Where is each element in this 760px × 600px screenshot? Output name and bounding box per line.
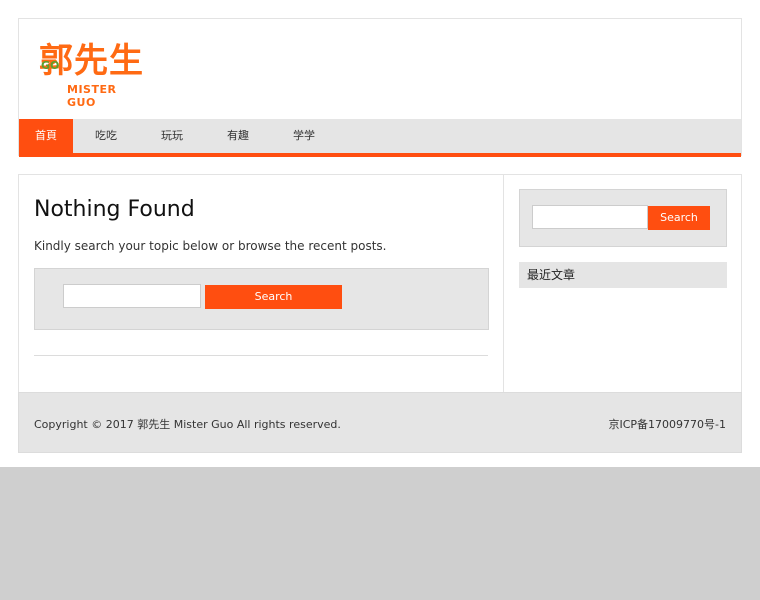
- divider: [34, 355, 488, 356]
- nav-item-eat[interactable]: 吃吃: [73, 119, 139, 153]
- logo-badge: GO: [41, 59, 60, 72]
- main-column: Nothing Found Kindly search your topic b…: [19, 175, 504, 393]
- sidebar-search-input[interactable]: [532, 205, 648, 229]
- nav-item-fun[interactable]: 有趣: [205, 119, 271, 153]
- recent-posts-heading: 最近文章: [519, 262, 727, 288]
- site-logo[interactable]: 郭先生 GO MISTER GUO: [39, 41, 149, 109]
- site-header: 郭先生 GO MISTER GUO 首頁 吃吃 玩玩 有趣 学学: [18, 18, 742, 157]
- search-form: Search: [34, 268, 489, 330]
- search-button[interactable]: Search: [205, 285, 342, 309]
- copyright-text: Copyright © 2017 郭先生 Mister Guo All righ…: [34, 418, 341, 431]
- sidebar: Search 最近文章: [519, 175, 727, 393]
- not-found-message: Kindly search your topic below or browse…: [34, 239, 387, 253]
- page-title: Nothing Found: [34, 197, 195, 222]
- nav-item-play[interactable]: 玩玩: [139, 119, 205, 153]
- search-input[interactable]: [63, 284, 201, 308]
- nav-item-learn[interactable]: 学学: [271, 119, 337, 153]
- logo-english: MISTER GUO: [67, 83, 117, 109]
- icp-link[interactable]: 京ICP备17009770号-1: [608, 416, 726, 432]
- site-footer: Copyright © 2017 郭先生 Mister Guo All righ…: [18, 392, 742, 453]
- nav-item-home[interactable]: 首頁: [19, 119, 73, 153]
- content-area: Nothing Found Kindly search your topic b…: [18, 174, 742, 394]
- sidebar-search-form: Search: [519, 189, 727, 247]
- main-nav: 首頁 吃吃 玩玩 有趣 学学: [19, 119, 741, 157]
- sidebar-search-button[interactable]: Search: [648, 206, 710, 230]
